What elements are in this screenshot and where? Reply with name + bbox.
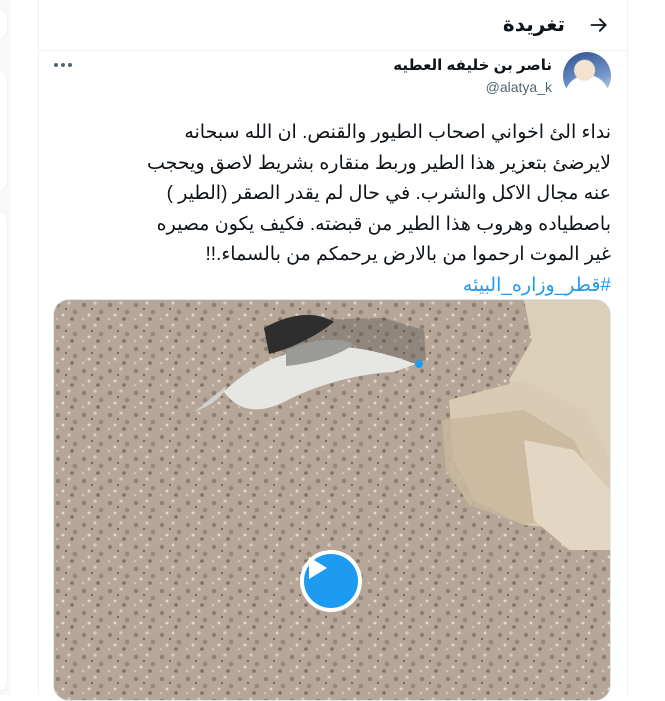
tweet-line: عنه مجال الاكل والشرب. في حال لم يقدر ال…	[166, 183, 611, 204]
page-header: تغريدة	[39, 0, 627, 51]
video-thumbnail	[54, 300, 610, 700]
sidebar-fragment	[0, 8, 8, 40]
video-player[interactable]	[53, 299, 611, 701]
more-dots-icon	[68, 63, 72, 67]
author-handle[interactable]: @alatya_k	[486, 79, 552, 95]
hashtag-link[interactable]: #قطر_وزاره_البيئه	[55, 271, 611, 302]
avatar[interactable]	[563, 52, 611, 100]
play-button[interactable]	[300, 550, 362, 612]
sidebar-fragment	[0, 210, 8, 692]
tweet-text: نداء الئ اخواني اصحاب الطيور والقنص. ان …	[55, 118, 611, 301]
page-title: تغريدة	[502, 14, 565, 36]
author-display-name[interactable]: ناصر بن خليفه العطيه	[393, 56, 552, 74]
tweet-line: لايرضئ بتعزير هذا الطير وربط منقاره بشري…	[146, 152, 611, 174]
sidebar-fragment	[0, 70, 8, 192]
left-sidebar-edge	[0, 0, 10, 695]
back-button[interactable]	[585, 11, 613, 39]
arrow-right-icon	[590, 18, 607, 32]
more-options-button[interactable]	[51, 56, 75, 74]
more-dots-icon	[61, 63, 65, 67]
tweet-column: تغريدة ناصر بن خليفه العطيه @alatya_k ند…	[38, 0, 628, 701]
tweet-line: باصطياده وهروب هذا الطير من قبضته. فكيف …	[156, 213, 611, 235]
play-icon	[309, 557, 327, 579]
tweet-line: غير الموت ارحموا من بالارض يرحمكم من بال…	[205, 244, 611, 265]
more-dots-icon	[54, 63, 58, 67]
tweet-line: نداء الئ اخواني اصحاب الطيور والقنص. ان …	[184, 122, 611, 143]
